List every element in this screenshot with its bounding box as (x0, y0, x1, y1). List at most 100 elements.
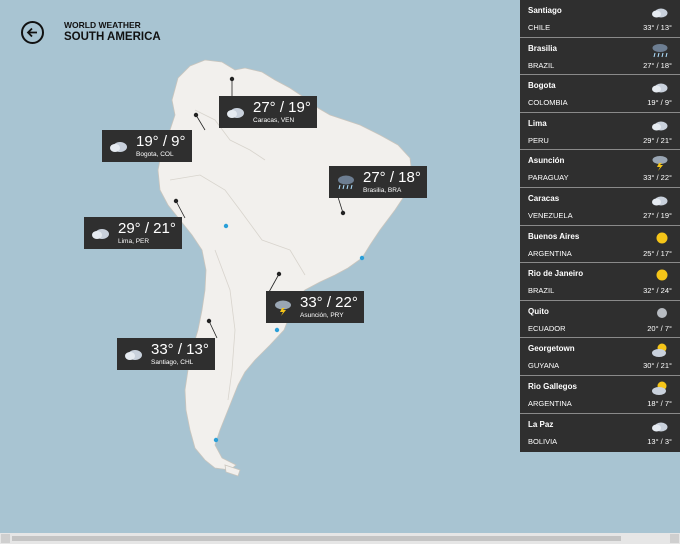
city-list-item[interactable]: Caracas VENEZUELA 27° / 19° (520, 188, 680, 226)
city-name: Buenos Aires (528, 231, 580, 241)
page-title: SOUTH AMERICA (64, 30, 161, 43)
country-name: CHILE (528, 23, 551, 32)
city-dot-bogota[interactable] (193, 112, 199, 118)
weather-callout-lima[interactable]: 29° / 21° Lima, PER (84, 217, 182, 249)
horizontal-scrollbar[interactable] (0, 533, 680, 544)
country-name: PERU (528, 135, 549, 145)
cloudy-icon (650, 191, 670, 209)
temperature-range: 18° / 7° (647, 398, 672, 408)
city-name: Lima (528, 118, 547, 128)
scroll-left-arrow[interactable] (1, 534, 10, 543)
callout-temps: 29° / 21° (118, 219, 176, 237)
map-marker[interactable] (274, 327, 280, 333)
weather-callout-bogota[interactable]: 19° / 9° Bogota, COL (102, 130, 192, 162)
city-list-item[interactable]: Rio de Janeiro BRAZIL 32° / 24° (520, 263, 680, 301)
thunderstorm-icon (650, 153, 670, 172)
city-name: Bogota (528, 81, 556, 91)
weather-callout-asuncion[interactable]: 33° / 22° Asunción, PRY (266, 291, 364, 323)
city-list-item[interactable]: Buenos Aires ARGENTINA 25° / 17° (520, 226, 680, 264)
back-button[interactable] (21, 21, 44, 44)
city-list-item[interactable]: La Paz BOLIVIA 13° / 3° (520, 414, 680, 452)
country-name: BRAZIL (528, 60, 555, 70)
callout-city: Brasilia, BRA (363, 186, 402, 194)
scroll-right-arrow[interactable] (670, 534, 679, 543)
cloudy-icon (650, 417, 670, 435)
country-name: PARAGUAY (528, 173, 569, 183)
city-list-item[interactable]: Georgetown GUYANA 30° / 21° (520, 338, 680, 376)
cloudy-icon (650, 116, 670, 134)
city-dot-caracas[interactable] (229, 76, 235, 82)
city-name: Caracas (528, 193, 560, 203)
temperature-range: 29° / 21° (643, 135, 672, 145)
city-name: Georgetown (528, 344, 575, 354)
city-dot-brasilia[interactable] (340, 210, 346, 216)
scrollbar-thumb[interactable] (12, 536, 621, 541)
weather-callout-caracas[interactable]: 27° / 19° Caracas, VEN (219, 96, 317, 128)
city-list-sidebar: Santiago CHILE 33° / 13° Brasilia BRAZIL… (520, 0, 680, 452)
city-name: Brasilia (528, 43, 557, 53)
city-list-item[interactable]: Quito ECUADOR 20° / 7° (520, 301, 680, 339)
partly-cloudy-icon (650, 379, 670, 397)
rain-icon (335, 173, 357, 191)
city-dot-santiago[interactable] (206, 318, 212, 324)
city-list-item[interactable]: Bogota COLOMBIA 19° / 9° (520, 75, 680, 113)
temperature-range: 27° / 19° (643, 210, 672, 220)
callout-city: Caracas, VEN (253, 116, 295, 124)
country-name: ARGENTINA (528, 398, 572, 408)
arrow-left-icon (26, 27, 37, 38)
callout-city: Lima, PER (118, 237, 150, 245)
map-marker[interactable] (223, 223, 229, 229)
country-name: COLOMBIA (528, 98, 568, 108)
cloudy-icon (90, 224, 112, 242)
country-name: GUYANA (528, 361, 560, 371)
callout-temps: 19° / 9° (136, 132, 186, 150)
callout-city: Santiago, CHL (151, 358, 194, 366)
country-name: BOLIVIA (528, 436, 558, 446)
city-list-item[interactable]: Rio Gallegos ARGENTINA 18° / 7° (520, 376, 680, 414)
country-name: BRAZIL (528, 286, 555, 296)
map-marker[interactable] (359, 255, 365, 261)
country-name: ECUADOR (528, 323, 566, 333)
city-dot-lima[interactable] (173, 198, 179, 204)
city-name: Rio Gallegos (528, 381, 577, 391)
cloudy-icon (650, 78, 670, 96)
country-name: ARGENTINA (528, 248, 572, 258)
city-name: Rio de Janeiro (528, 269, 584, 279)
moon-icon (650, 304, 670, 322)
callout-city: Asunción, PRY (300, 311, 344, 319)
app-name: WORLD WEATHER (64, 20, 141, 30)
rain-icon (650, 41, 670, 59)
callout-temps: 33° / 22° (300, 293, 358, 311)
cloudy-icon (225, 103, 247, 121)
cloudy-icon (108, 137, 130, 155)
temperature-range: 33° / 13° (643, 23, 672, 32)
city-list-item[interactable]: Santiago CHILE 33° / 13° (520, 0, 680, 38)
weather-callout-brasilia[interactable]: 27° / 18° Brasilia, BRA (329, 166, 427, 198)
city-dot-asuncion[interactable] (276, 271, 282, 277)
temperature-range: 13° / 3° (647, 436, 672, 446)
city-list-item[interactable]: Brasilia BRAZIL 27° / 18° (520, 38, 680, 76)
sun-icon (650, 229, 670, 247)
temperature-range: 30° / 21° (643, 361, 672, 371)
weather-callout-santiago[interactable]: 33° / 13° Santiago, CHL (117, 338, 215, 370)
city-list-item[interactable]: Lima PERU 29° / 21° (520, 113, 680, 151)
callout-city: Bogota, COL (136, 150, 174, 158)
temperature-range: 33° / 22° (643, 173, 672, 183)
temperature-range: 27° / 18° (643, 60, 672, 70)
city-name: La Paz (528, 419, 554, 429)
country-name: VENEZUELA (528, 210, 573, 220)
city-name: Santiago (528, 6, 562, 15)
temperature-range: 19° / 9° (647, 98, 672, 108)
city-list-item[interactable]: Asunción PARAGUAY 33° / 22° (520, 150, 680, 188)
sun-icon (650, 266, 670, 284)
app-header: WORLD WEATHER SOUTH AMERICA (64, 21, 161, 43)
callout-temps: 27° / 19° (253, 98, 311, 116)
callout-temps: 27° / 18° (363, 168, 421, 186)
cloudy-icon (123, 345, 145, 363)
city-name: Quito (528, 306, 549, 316)
city-name: Asunción (528, 156, 565, 166)
map-marker[interactable] (213, 437, 219, 443)
thunderstorm-icon (272, 298, 294, 316)
callout-temps: 33° / 13° (151, 340, 209, 358)
temperature-range: 25° / 17° (643, 248, 672, 258)
